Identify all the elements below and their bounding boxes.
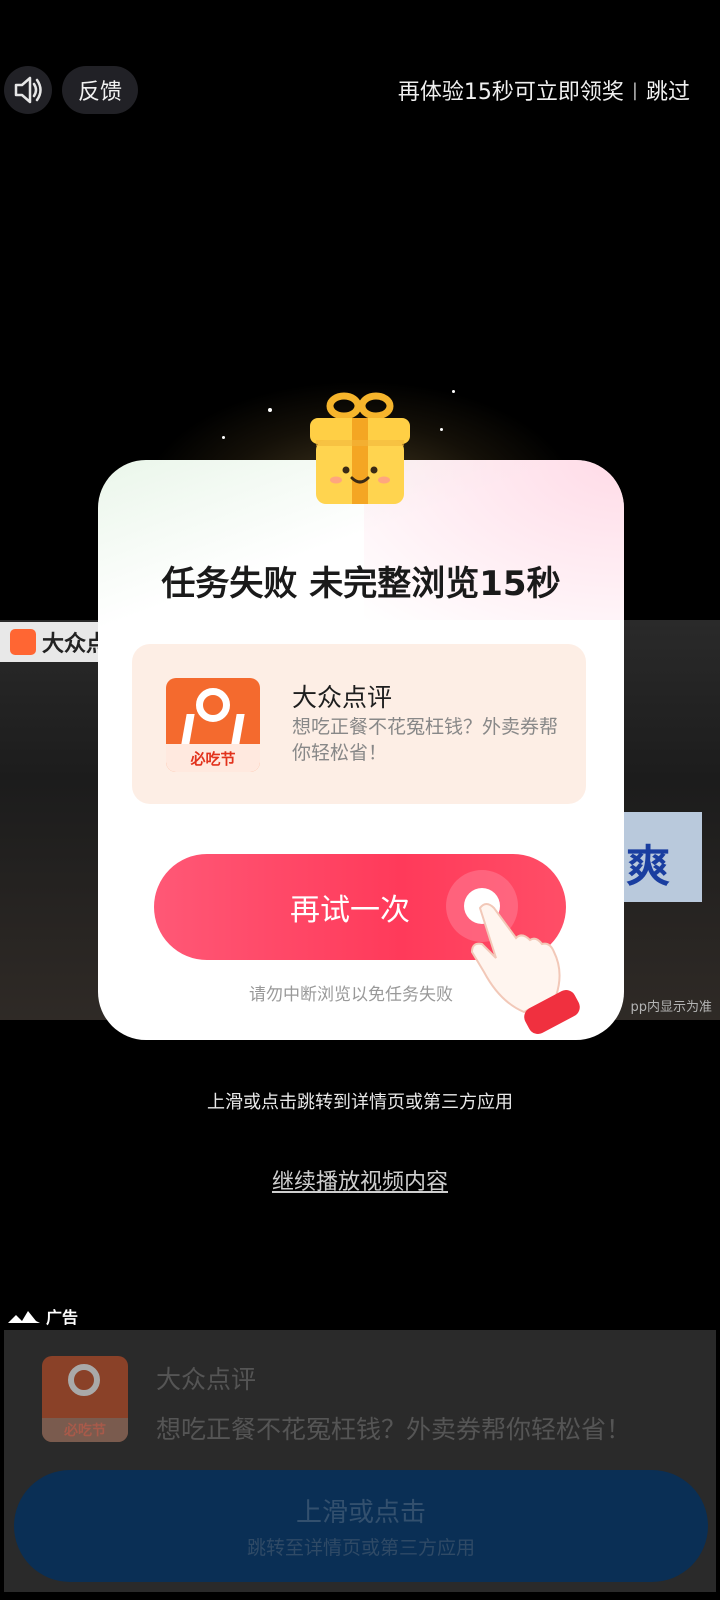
continue-playing-label[interactable]: 继续播放视频内容 [272,1170,448,1195]
gift-box-icon [310,392,410,504]
ad-icon-badge: 必吃节 [42,1418,128,1442]
sparkle [440,428,443,431]
reward-hint: 再体验15秒可立即领奖 | 跳过 [398,66,690,114]
dialog-title: 任务失败 未完整浏览15秒 [161,564,561,604]
dianping-logo-icon [10,629,36,655]
dianping-app-icon: 必吃节 [166,678,260,772]
separator: | [631,79,638,101]
ad-app-name: 大众点评 [156,1365,257,1394]
ad-panel[interactable]: 必吃节 大众点评 想吃正餐不花冤枉钱？外卖券帮你轻松省！ 上滑或点击 跳转至详情… [4,1330,716,1592]
sparkle [222,436,225,439]
sound-toggle-button[interactable] [4,66,52,114]
ad-label-text: 广告 [46,1308,79,1327]
sparkle [268,408,272,412]
app-icon-badge: 必吃节 [166,744,260,772]
app-name: 大众点评 [292,683,393,712]
ad-label: 广告 [0,1304,87,1328]
ad-cta-button[interactable]: 上滑或点击 跳转至详情页或第三方应用 [14,1470,708,1582]
app-description: 想吃正餐不花冤枉钱？外卖券帮你轻松省！ [292,716,559,764]
video-note: pp内显示为准 [630,1000,712,1015]
continue-playing-link[interactable]: 继续播放视频内容 [0,1164,720,1196]
app-card[interactable]: 必吃节 大众点评 想吃正餐不花冤枉钱？外卖券帮你轻松省！ [132,644,586,804]
ad-cta-sub: 跳转至详情页或第三方应用 [246,1537,475,1559]
video-side-tag-text: 爽 [626,841,670,892]
feedback-button[interactable]: 反馈 [62,66,138,114]
pointing-hand-icon [446,870,580,1034]
ad-cta-main: 上滑或点击 [295,1498,426,1528]
top-bar: 反馈 再体验15秒可立即领奖 | 跳过 [0,66,720,114]
sparkle [452,390,455,393]
ad-app-icon: 必吃节 [42,1356,128,1442]
signal-icon [8,1311,40,1323]
ad-description: 想吃正餐不花冤枉钱？外卖券帮你轻松省！ [156,1415,632,1444]
speaker-icon [14,76,42,104]
reward-countdown-text: 再体验15秒可立即领奖 [397,80,624,105]
skip-button[interactable]: 跳过 [646,74,690,106]
swipe-hint-text: 上滑或点击跳转到详情页或第三方应用 [207,1092,513,1113]
